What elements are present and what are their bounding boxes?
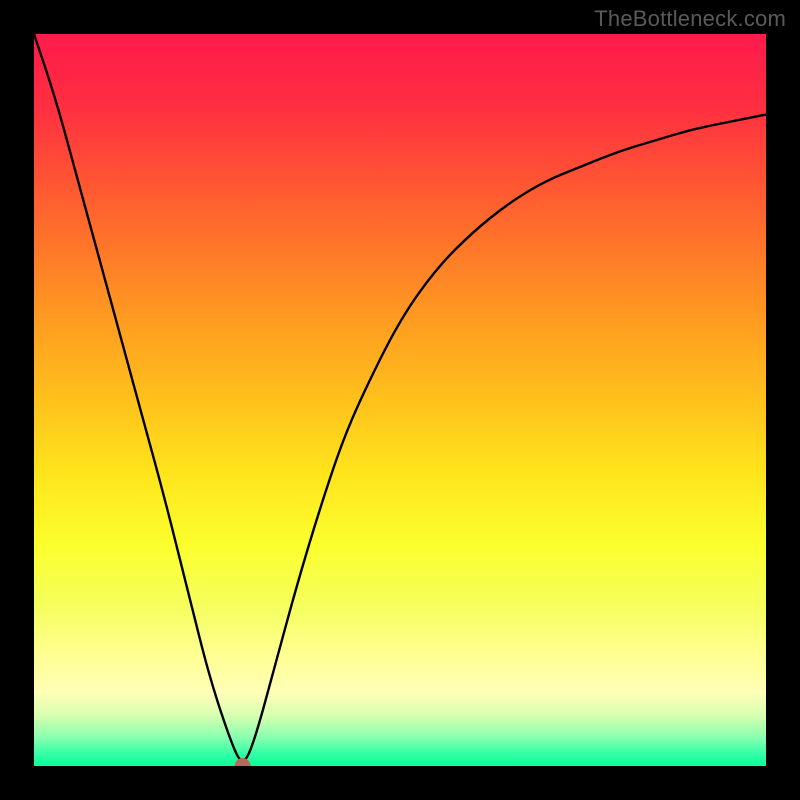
chart-svg <box>34 34 766 766</box>
plot-area <box>34 34 766 766</box>
watermark-text: TheBottleneck.com <box>594 6 786 32</box>
chart-frame: TheBottleneck.com <box>0 0 800 800</box>
min-point-marker <box>235 758 251 766</box>
bottleneck-curve <box>34 34 766 761</box>
